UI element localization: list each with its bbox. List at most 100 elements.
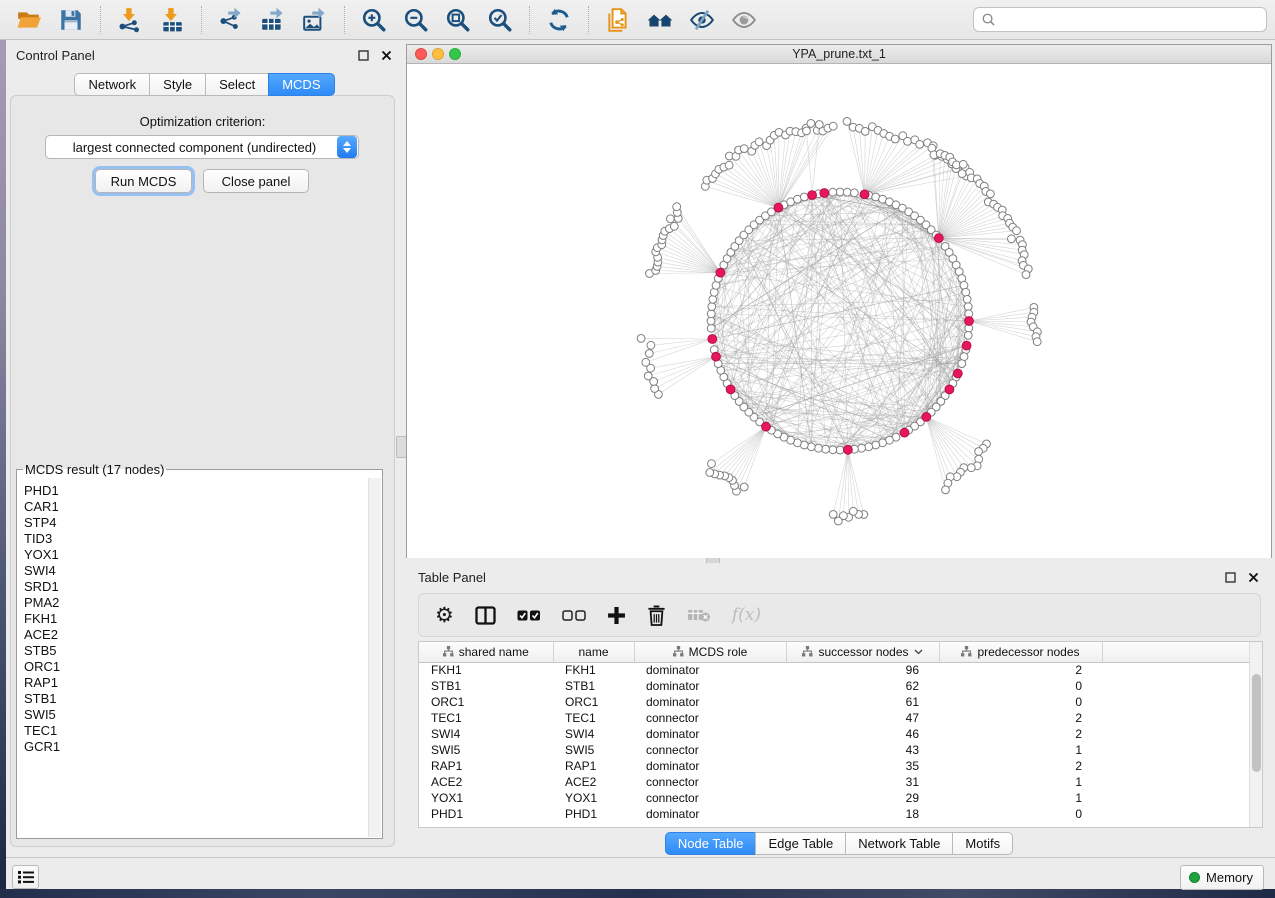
result-list-item[interactable]: CAR1	[24, 499, 368, 515]
network-node[interactable]	[904, 137, 912, 145]
result-list-item[interactable]: ACE2	[24, 627, 368, 643]
network-node[interactable]	[861, 128, 869, 136]
network-node[interactable]	[843, 188, 851, 196]
select-all-rows-icon[interactable]	[517, 610, 541, 621]
network-node[interactable]	[829, 511, 837, 519]
network-node[interactable]	[834, 517, 842, 525]
network-node[interactable]	[967, 464, 975, 472]
cell-successor-nodes[interactable]: 47	[786, 710, 939, 726]
cell-predecessor-nodes[interactable]: 2	[939, 662, 1102, 678]
cell-mcds-role[interactable]: connector	[634, 790, 786, 806]
network-node[interactable]	[962, 288, 970, 296]
network-node[interactable]	[1033, 338, 1041, 346]
dominator-node[interactable]	[934, 234, 943, 243]
network-node[interactable]	[964, 303, 972, 311]
network-node[interactable]	[740, 145, 748, 153]
cell-name[interactable]: RAP1	[553, 758, 634, 774]
network-node[interactable]	[644, 372, 652, 380]
cell-mcds-role[interactable]: dominator	[634, 726, 786, 742]
cell-predecessor-nodes[interactable]: 0	[939, 694, 1102, 710]
cell-shared-name[interactable]: ORC1	[419, 694, 553, 710]
column-settings-icon[interactable]: ⚙	[435, 605, 454, 626]
table-row[interactable]: PHD1PHD1dominator180	[419, 806, 1251, 822]
import-table-icon[interactable]	[157, 5, 187, 35]
zoom-in-icon[interactable]	[359, 5, 389, 35]
dominator-node[interactable]	[762, 422, 771, 431]
result-list-item[interactable]: GCR1	[24, 739, 368, 755]
zoom-out-icon[interactable]	[401, 5, 431, 35]
network-node[interactable]	[815, 121, 823, 129]
search-input[interactable]	[996, 12, 1259, 27]
table-scrollbar-thumb[interactable]	[1252, 674, 1261, 772]
dominator-node[interactable]	[945, 385, 954, 394]
refresh-icon[interactable]	[544, 5, 574, 35]
network-node[interactable]	[708, 303, 716, 311]
tab-node-table[interactable]: Node Table	[665, 832, 756, 855]
network-node[interactable]	[800, 193, 808, 201]
dominator-node[interactable]	[965, 317, 974, 326]
network-node[interactable]	[642, 358, 650, 366]
cell-mcds-role[interactable]: dominator	[634, 694, 786, 710]
column-header-name[interactable]: name	[553, 642, 634, 662]
dominator-node[interactable]	[726, 385, 735, 394]
delete-column-icon[interactable]	[647, 605, 666, 626]
dominator-node[interactable]	[922, 413, 931, 422]
cell-name[interactable]: SWI4	[553, 726, 634, 742]
cell-shared-name[interactable]: YOX1	[419, 790, 553, 806]
cell-name[interactable]: SWI5	[553, 742, 634, 758]
network-node[interactable]	[645, 350, 653, 358]
network-node[interactable]	[987, 190, 995, 198]
close-panel-icon[interactable]	[380, 49, 393, 62]
network-node[interactable]	[836, 446, 844, 454]
result-list-item[interactable]: SRD1	[24, 579, 368, 595]
dominator-node[interactable]	[860, 190, 869, 199]
cell-shared-name[interactable]: SWI5	[419, 742, 553, 758]
cell-mcds-role[interactable]: dominator	[634, 806, 786, 822]
cell-name[interactable]: ORC1	[553, 694, 634, 710]
network-node[interactable]	[958, 360, 966, 368]
cell-shared-name[interactable]: STB1	[419, 678, 553, 694]
close-panel-icon[interactable]	[1247, 571, 1260, 584]
search-field[interactable]	[973, 7, 1267, 32]
network-node[interactable]	[637, 335, 645, 343]
network-node[interactable]	[829, 446, 837, 454]
network-node[interactable]	[815, 444, 823, 452]
network-node[interactable]	[670, 222, 678, 230]
result-list-item[interactable]: SWI5	[24, 707, 368, 723]
result-list-scrollbar[interactable]	[368, 478, 381, 837]
network-node[interactable]	[865, 443, 873, 451]
function-builder-icon[interactable]: f(x)	[732, 605, 761, 625]
network-node[interactable]	[858, 444, 866, 452]
cell-shared-name[interactable]: FKH1	[419, 662, 553, 678]
network-node[interactable]	[667, 215, 675, 223]
network-node[interactable]	[1008, 235, 1016, 243]
network-node[interactable]	[647, 341, 655, 349]
cell-name[interactable]: STB1	[553, 678, 634, 694]
dominator-node[interactable]	[712, 352, 721, 361]
network-node[interactable]	[755, 138, 763, 146]
tab-network[interactable]: Network	[74, 73, 149, 96]
cell-successor-nodes[interactable]: 46	[786, 726, 939, 742]
run-mcds-button[interactable]: Run MCDS	[95, 169, 192, 193]
cell-mcds-role[interactable]: connector	[634, 774, 786, 790]
result-list-item[interactable]: SWI4	[24, 563, 368, 579]
cell-shared-name[interactable]: ACE2	[419, 774, 553, 790]
cell-successor-nodes[interactable]: 31	[786, 774, 939, 790]
cell-name[interactable]: TEC1	[553, 710, 634, 726]
result-list-item[interactable]: PMA2	[24, 595, 368, 611]
cell-successor-nodes[interactable]: 35	[786, 758, 939, 774]
table-row[interactable]: FKH1FKH1dominator962	[419, 662, 1251, 678]
network-window-titlebar[interactable]: YPA_prune.txt_1	[407, 45, 1271, 64]
cell-successor-nodes[interactable]: 29	[786, 790, 939, 806]
float-panel-icon[interactable]	[357, 49, 370, 62]
network-node[interactable]	[1013, 227, 1021, 235]
network-node[interactable]	[707, 310, 715, 318]
dominator-node[interactable]	[962, 341, 971, 350]
network-manager-icon[interactable]	[645, 5, 675, 35]
tab-edge-table[interactable]: Edge Table	[755, 832, 845, 855]
network-node[interactable]	[843, 118, 851, 126]
network-node[interactable]	[725, 161, 733, 169]
tab-network-table[interactable]: Network Table	[845, 832, 952, 855]
hide-panel-icon[interactable]	[687, 5, 717, 35]
cell-shared-name[interactable]: TEC1	[419, 710, 553, 726]
